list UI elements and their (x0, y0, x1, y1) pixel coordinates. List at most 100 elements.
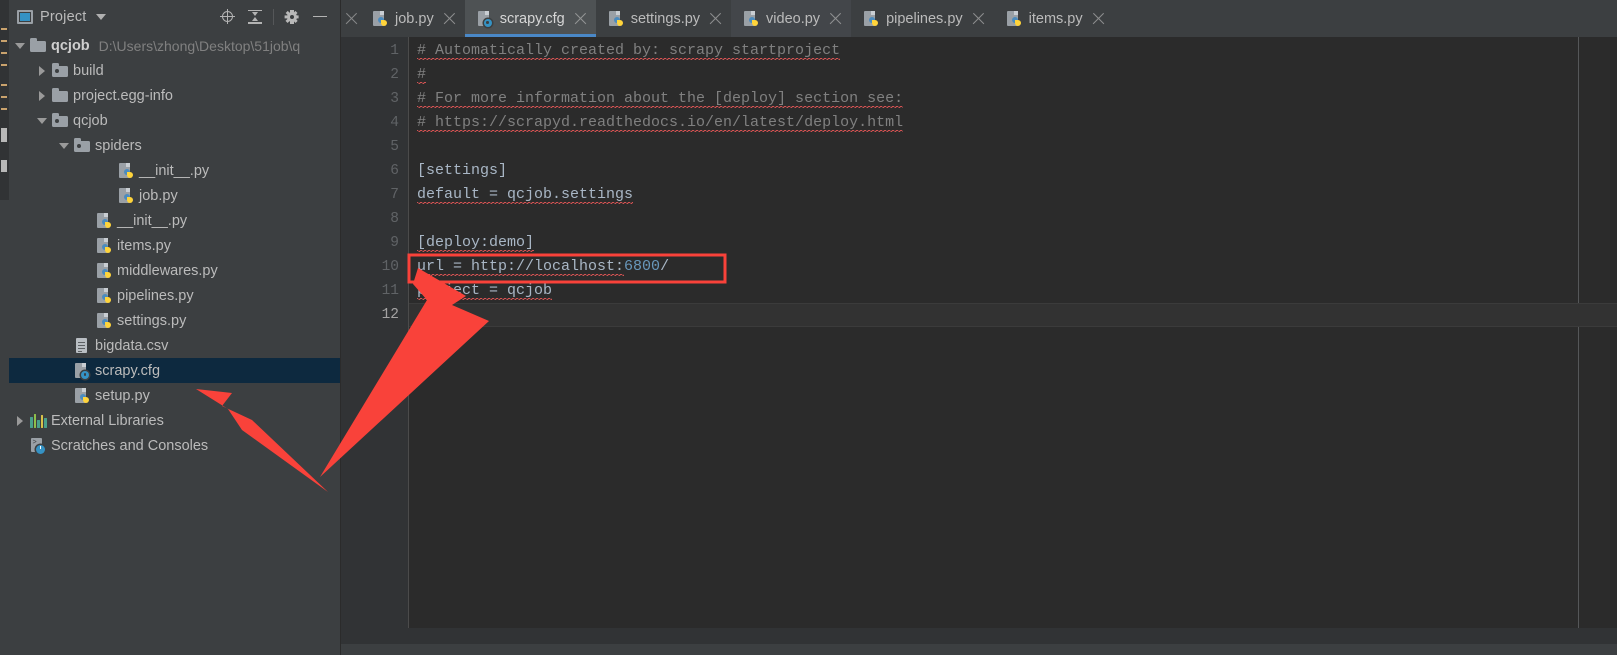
close-icon[interactable] (1092, 12, 1105, 25)
tree-item-spiders-init[interactable]: __init__.py (9, 158, 340, 183)
line-number[interactable]: 1 (339, 39, 399, 63)
tree-item-external-libraries[interactable]: External Libraries (9, 408, 340, 433)
tab-pipelines-py[interactable]: pipelines.py (851, 0, 994, 37)
tree-item-bigdata-csv[interactable]: bigdata.csv (9, 333, 340, 358)
tool-window-stub[interactable] (0, 0, 9, 200)
code-segment: [settings] (417, 162, 508, 179)
tree-item-settings-py[interactable]: settings.py (9, 308, 340, 333)
folder-source-icon (52, 63, 68, 79)
project-window-icon (17, 9, 33, 24)
line-number[interactable]: 5 (339, 135, 399, 159)
tree-item-label: Scratches and Consoles (51, 437, 209, 454)
code-line-10[interactable]: url = http://localhost:6800/ (417, 255, 1617, 279)
code-editor[interactable]: 1 2 3 4 5 6 7 8 9 10 11 12 # Automatically created … (341, 37, 1617, 655)
locate-in-tree-button[interactable] (213, 4, 241, 30)
line-number[interactable]: 9 (339, 231, 399, 255)
chevron-down-icon[interactable] (37, 115, 48, 126)
tab-video-py[interactable]: video.py (731, 0, 852, 37)
line-number[interactable]: 7 (339, 183, 399, 207)
python-file-icon (96, 313, 112, 329)
tab-job-py[interactable]: job.py (360, 0, 465, 37)
close-icon[interactable] (829, 12, 842, 25)
tree-item-spiders[interactable]: spiders (9, 133, 340, 158)
project-title-group[interactable]: Project (17, 9, 106, 25)
close-icon[interactable] (574, 12, 587, 25)
code-line-1[interactable]: # Automatically created by: scrapy start… (417, 39, 1617, 63)
tab-scrapy-cfg[interactable]: scrapy.cfg (464, 0, 596, 37)
chevron-down-icon[interactable] (95, 13, 106, 20)
tree-item-scratches[interactable]: >_ Scratches and Consoles (9, 433, 340, 458)
code-line-3[interactable]: # For more information about the [deploy… (417, 87, 1617, 111)
code-line-11[interactable]: project = qcjob (417, 279, 1617, 303)
tree-item-label: job.py (139, 187, 178, 204)
code-text[interactable]: # Automatically created by: scrapy start… (409, 37, 1617, 655)
code-line-9[interactable]: [deploy:demo] (417, 231, 1617, 255)
chevron-right-icon[interactable] (37, 65, 48, 76)
tree-item-scrapy-cfg[interactable]: scrapy.cfg (9, 358, 340, 383)
code-line-6[interactable]: [settings] (417, 159, 1617, 183)
project-panel-title: Project (40, 8, 87, 25)
line-number[interactable]: 8 (339, 207, 399, 231)
folder-icon (30, 38, 46, 54)
csv-file-icon (74, 338, 90, 354)
tree-item-pipelines-py[interactable]: pipelines.py (9, 283, 340, 308)
libraries-icon (30, 413, 47, 429)
chevron-down-icon[interactable] (59, 140, 70, 151)
tree-item-label: qcjob (73, 112, 108, 129)
line-number[interactable]: 6 (339, 159, 399, 183)
code-line-8[interactable] (417, 207, 1617, 231)
python-file-icon (118, 188, 134, 204)
tab-settings-py[interactable]: settings.py (596, 0, 731, 37)
code-line-2[interactable]: # (417, 63, 1617, 87)
python-file-icon (96, 238, 112, 254)
code-line-12[interactable] (417, 303, 1617, 327)
tree-item-label: scrapy.cfg (95, 362, 161, 379)
project-tree[interactable]: qcjob D:\Users\zhong\Desktop\51job\q build… (9, 33, 340, 655)
tab-items-py[interactable]: items.py (994, 0, 1114, 37)
code-segment: [deploy:demo] (417, 234, 535, 252)
close-icon[interactable] (709, 12, 722, 25)
close-icon[interactable] (972, 12, 985, 25)
tree-item-pkg-init[interactable]: __init__.py (9, 208, 340, 233)
settings-button[interactable] (278, 4, 306, 30)
line-number[interactable]: 2 (339, 63, 399, 87)
folder-icon (52, 88, 68, 104)
line-number[interactable]: 10 (339, 255, 399, 279)
tab-label: settings.py (630, 10, 701, 27)
tree-item-middlewares-py[interactable]: middlewares.py (9, 258, 340, 283)
tree-item-job-py[interactable]: job.py (9, 183, 340, 208)
tree-item-qcjob-pkg[interactable]: qcjob (9, 108, 340, 133)
tree-item-setup-py[interactable]: setup.py (9, 383, 340, 408)
python-file-icon (863, 11, 879, 27)
tab-label: job.py (395, 10, 434, 27)
chevron-right-icon[interactable] (15, 415, 26, 426)
tree-item-qcjob-root[interactable]: qcjob D:\Users\zhong\Desktop\51job\q (9, 33, 340, 58)
hide-panel-button[interactable] (306, 4, 334, 30)
line-number[interactable]: 11 (339, 279, 399, 303)
collapse-all-button[interactable] (241, 4, 269, 30)
project-tool-window[interactable]: Project qcjob D:\Users\zhong\Desktop\51j… (9, 0, 341, 655)
tree-item-project-egg-info[interactable]: project.egg-info (9, 83, 340, 108)
code-line-4[interactable]: # https://scrapyd.readthedocs.io/en/late… (417, 111, 1617, 135)
line-number[interactable]: 12 (339, 303, 399, 327)
editor-area: job.py scrapy.cfg settings.py video.py pipel… (341, 0, 1617, 655)
line-number-gutter[interactable]: 1 2 3 4 5 6 7 8 9 10 11 12 (341, 37, 409, 655)
tree-item-build[interactable]: build (9, 58, 340, 83)
minimize-icon (313, 15, 327, 18)
code-line-5[interactable] (417, 135, 1617, 159)
scratches-icon: >_ (30, 438, 46, 454)
line-number[interactable]: 4 (339, 111, 399, 135)
editor-tab-bar[interactable]: job.py scrapy.cfg settings.py video.py pipel… (341, 0, 1617, 38)
python-file-icon (96, 263, 112, 279)
line-number[interactable]: 3 (339, 87, 399, 111)
code-line-7[interactable]: default = qcjob.settings (417, 183, 1617, 207)
chevron-down-icon[interactable] (15, 40, 26, 51)
tree-item-label: qcjob (51, 37, 90, 54)
tree-item-label: __init__.py (139, 162, 210, 179)
tree-item-items-py[interactable]: items.py (9, 233, 340, 258)
tab-label: items.py (1028, 10, 1083, 27)
close-icon[interactable] (443, 12, 456, 25)
python-file-icon (118, 163, 134, 179)
chevron-right-icon[interactable] (37, 90, 48, 101)
close-icon[interactable] (345, 12, 358, 25)
